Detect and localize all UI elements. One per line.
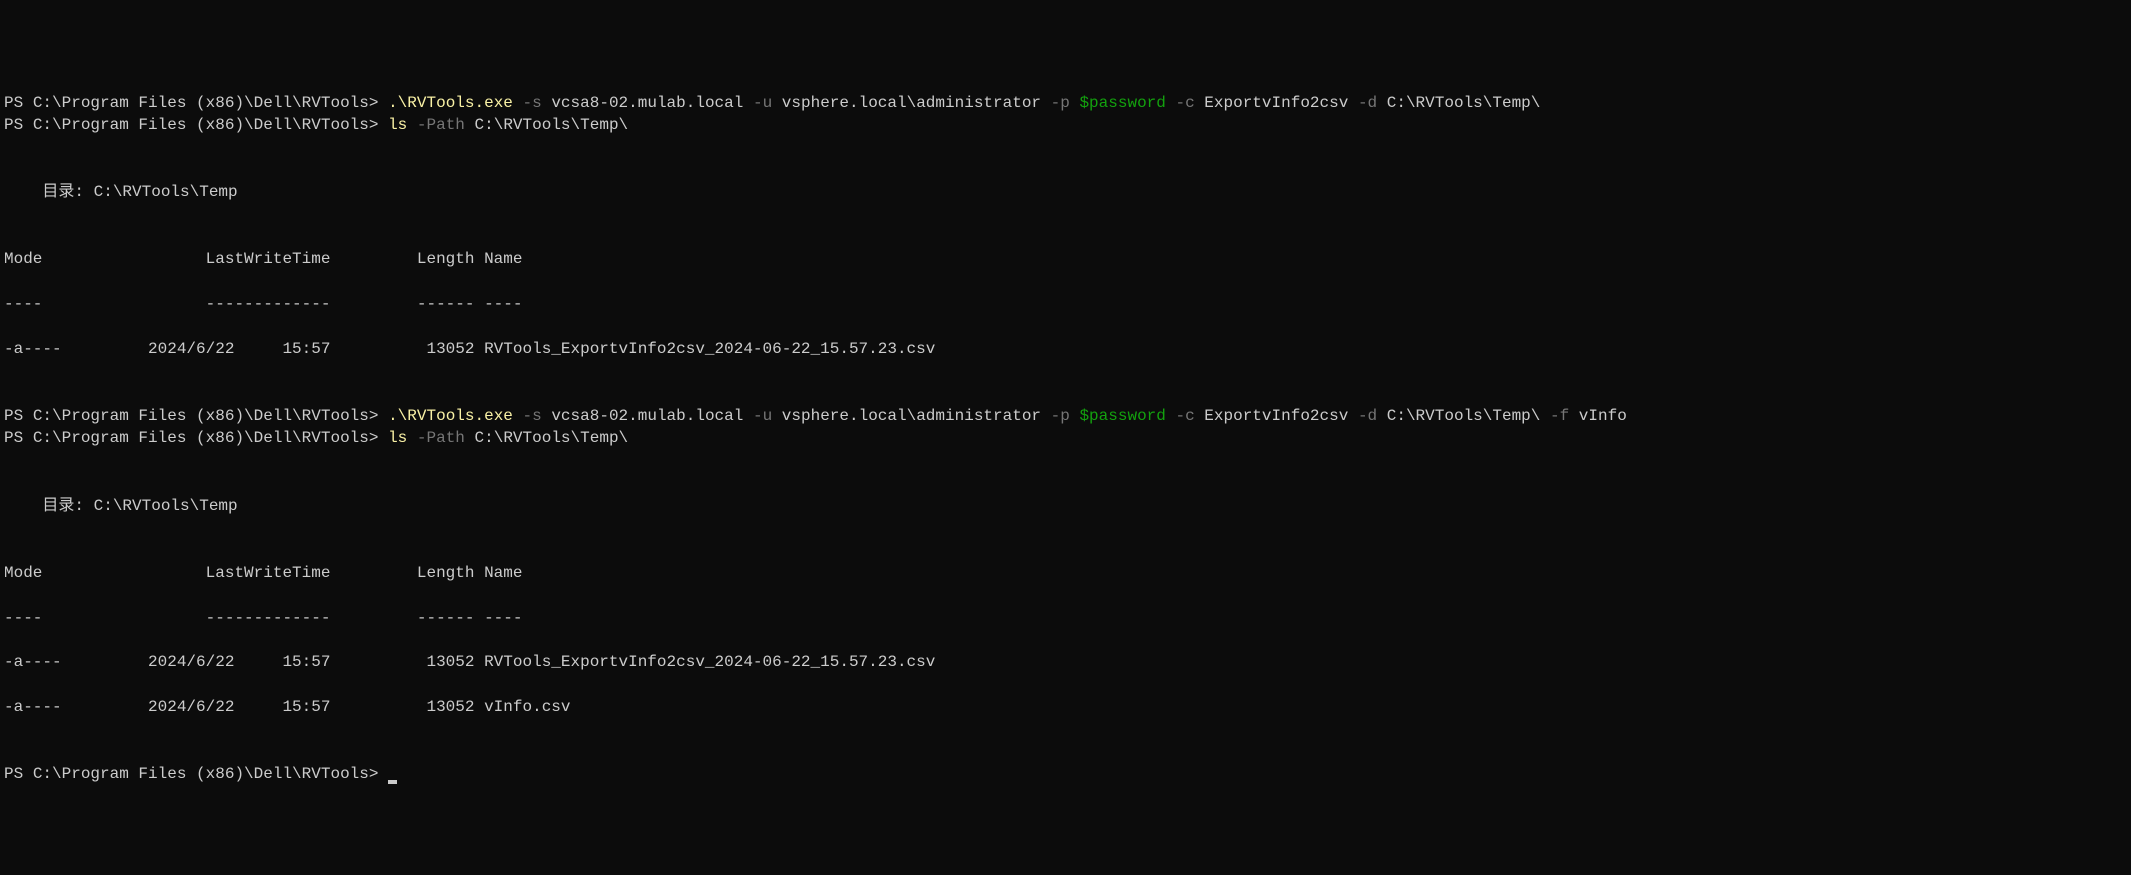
- arg-password: $password: [1079, 407, 1165, 425]
- flag-path: -Path: [417, 429, 465, 447]
- ps-prompt: PS: [4, 116, 33, 134]
- command-line-2: PS C:\Program Files (x86)\Dell\RVTools> …: [4, 114, 2127, 136]
- ps-path: C:\Program Files (x86)\Dell\RVTools: [33, 94, 369, 112]
- ps-prompt: PS: [4, 429, 33, 447]
- ps-prompt: PS: [4, 765, 33, 783]
- executable: .\RVTools.exe: [388, 407, 513, 425]
- arg-user: vsphere.local\administrator: [782, 94, 1041, 112]
- cmd-ls: ls: [388, 429, 407, 447]
- arg-cmd: ExportvInfo2csv: [1204, 407, 1348, 425]
- arg-password: $password: [1079, 94, 1165, 112]
- table-row: -a---- 2024/6/22 15:57 13052 RVTools_Exp…: [4, 338, 2127, 360]
- ps-arrow: >: [369, 407, 388, 425]
- arg-cmd: ExportvInfo2csv: [1204, 94, 1348, 112]
- arg-host: vcsa8-02.mulab.local: [551, 94, 743, 112]
- ps-arrow: >: [369, 765, 388, 783]
- arg-path: C:\RVTools\Temp\: [475, 429, 629, 447]
- flag-path: -Path: [417, 116, 465, 134]
- executable: .\RVTools.exe: [388, 94, 513, 112]
- directory-label-2: 目录: C:\RVTools\Temp: [4, 497, 238, 515]
- ps-prompt: PS: [4, 407, 33, 425]
- ps-prompt: PS: [4, 94, 33, 112]
- table-header-sep-1: ---- ------------- ------ ----: [4, 293, 2127, 315]
- flag-f: -f: [1550, 407, 1569, 425]
- ps-path: C:\Program Files (x86)\Dell\RVTools: [33, 407, 369, 425]
- arg-user: vsphere.local\administrator: [782, 407, 1041, 425]
- arg-file: vInfo: [1579, 407, 1627, 425]
- arg-dest: C:\RVTools\Temp\: [1387, 94, 1541, 112]
- flag-p: -p: [1051, 94, 1070, 112]
- table-row: -a---- 2024/6/22 15:57 13052 vInfo.csv: [4, 696, 2127, 718]
- arg-dest: C:\RVTools\Temp\: [1387, 407, 1541, 425]
- ps-arrow: >: [369, 116, 388, 134]
- ps-path: C:\Program Files (x86)\Dell\RVTools: [33, 429, 369, 447]
- flag-d: -d: [1358, 94, 1377, 112]
- cmd-ls: ls: [388, 116, 407, 134]
- flag-u: -u: [753, 94, 772, 112]
- flag-s: -s: [523, 407, 542, 425]
- command-line-1: PS C:\Program Files (x86)\Dell\RVTools> …: [4, 92, 2127, 114]
- table-header-2: Mode LastWriteTime Length Name: [4, 539, 2127, 584]
- cursor[interactable]: [388, 780, 397, 784]
- command-line-4: PS C:\Program Files (x86)\Dell\RVTools> …: [4, 427, 2127, 449]
- ps-arrow: >: [369, 429, 388, 447]
- ps-arrow: >: [369, 94, 388, 112]
- flag-p: -p: [1051, 407, 1070, 425]
- flag-s: -s: [523, 94, 542, 112]
- directory-label-1: 目录: C:\RVTools\Temp: [4, 183, 238, 201]
- ps-path: C:\Program Files (x86)\Dell\RVTools: [33, 116, 369, 134]
- arg-path: C:\RVTools\Temp\: [475, 116, 629, 134]
- flag-c: -c: [1175, 407, 1194, 425]
- arg-host: vcsa8-02.mulab.local: [551, 407, 743, 425]
- flag-c: -c: [1175, 94, 1194, 112]
- flag-u: -u: [753, 407, 772, 425]
- ps-path: C:\Program Files (x86)\Dell\RVTools: [33, 765, 369, 783]
- table-header-1: Mode LastWriteTime Length Name: [4, 226, 2127, 271]
- table-row: -a---- 2024/6/22 15:57 13052 RVTools_Exp…: [4, 651, 2127, 673]
- flag-d: -d: [1358, 407, 1377, 425]
- table-header-sep-2: ---- ------------- ------ ----: [4, 607, 2127, 629]
